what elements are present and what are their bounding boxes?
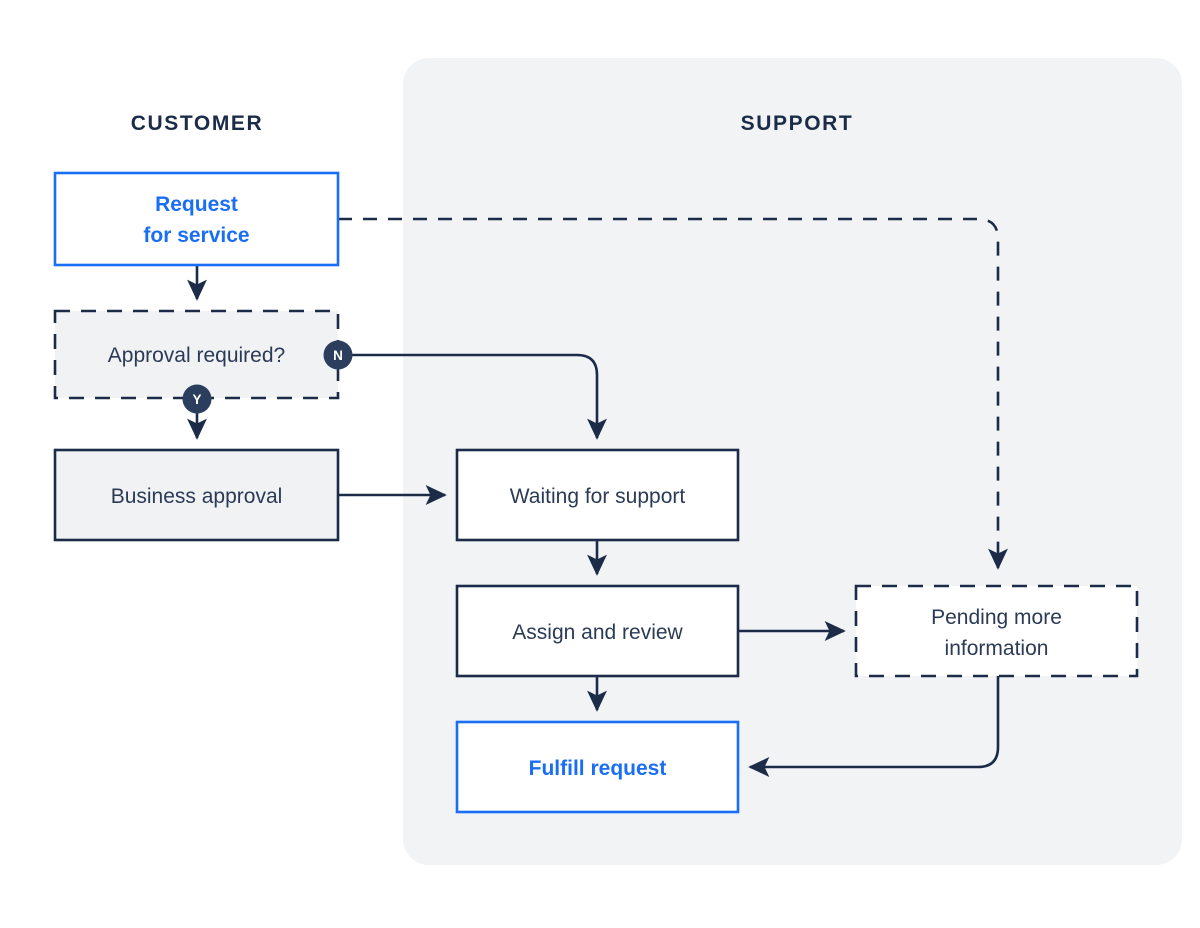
diagram-canvas: CUSTOMER SUPPORT Request for service App… (0, 0, 1200, 928)
node-request-for-service-label-line2: for service (143, 224, 249, 247)
node-request-for-service-box[interactable] (53, 171, 340, 267)
badge-yes[interactable]: Y (182, 384, 212, 414)
node-pending-more-information-label-line2: information (945, 637, 1049, 660)
badge-yes-label: Y (192, 392, 201, 407)
lane-title-support: SUPPORT (741, 112, 854, 135)
node-fulfill-request[interactable]: Fulfill request (455, 720, 740, 814)
node-request-for-service[interactable]: Request for service (53, 171, 340, 267)
node-pending-more-information-box[interactable] (854, 584, 1139, 678)
workflow-diagram: CUSTOMER SUPPORT Request for service App… (53, 58, 1182, 865)
node-waiting-for-support-label: Waiting for support (510, 485, 686, 508)
node-assign-and-review-label: Assign and review (512, 621, 683, 644)
node-request-for-service-label-line1: Request (155, 193, 238, 216)
node-pending-more-information[interactable]: Pending more information (854, 584, 1139, 678)
node-waiting-for-support[interactable]: Waiting for support (455, 448, 740, 542)
lane-title-customer: CUSTOMER (131, 112, 264, 135)
badge-no-label: N (333, 348, 343, 363)
node-fulfill-request-label: Fulfill request (529, 757, 667, 780)
node-pending-more-information-label-line1: Pending more (931, 606, 1062, 629)
node-business-approval-label: Business approval (111, 485, 283, 508)
node-approval-required-label: Approval required? (108, 344, 285, 367)
node-assign-and-review[interactable]: Assign and review (455, 584, 740, 678)
badge-no[interactable]: N (323, 340, 353, 370)
node-business-approval[interactable]: Business approval (53, 448, 340, 542)
